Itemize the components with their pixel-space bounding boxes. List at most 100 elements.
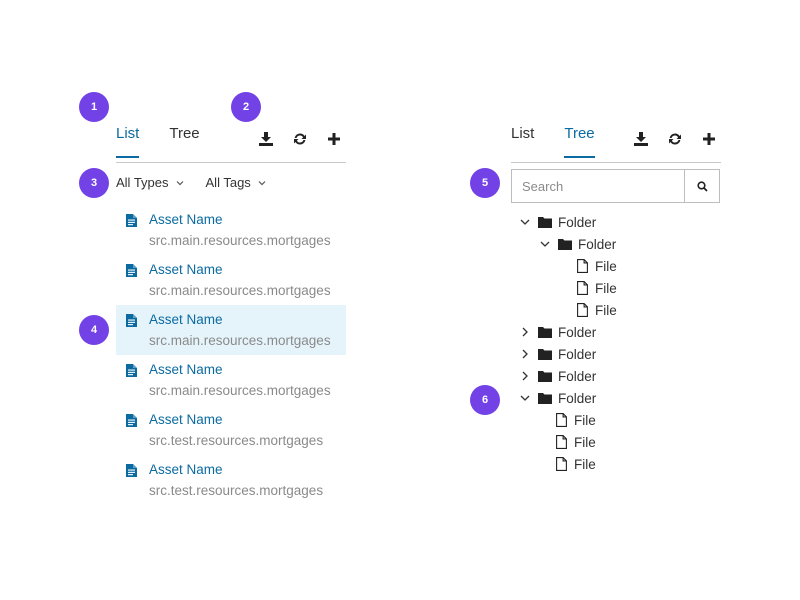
asset-path: src.main.resources.mortgages	[149, 383, 331, 398]
left-tab-bar: List Tree	[116, 122, 346, 163]
callout-badge-4: 4	[79, 315, 109, 345]
tree-folder[interactable]: Folder	[520, 387, 596, 409]
file-icon	[556, 435, 567, 449]
asset-list-item[interactable]: Asset Name src.test.resources.mortgages	[116, 405, 346, 455]
tab-tree[interactable]: Tree	[564, 122, 595, 158]
chevron-right-icon[interactable]	[520, 371, 530, 381]
asset-name: Asset Name	[149, 462, 223, 477]
add-button[interactable]	[692, 130, 726, 148]
tree-file[interactable]: File	[577, 277, 617, 299]
asset-path: src.main.resources.mortgages	[149, 283, 331, 298]
right-toolbar	[624, 130, 726, 148]
folder-icon	[538, 393, 552, 404]
left-toolbar	[249, 130, 351, 148]
asset-path: src.main.resources.mortgages	[149, 233, 331, 248]
tree-file[interactable]: File	[577, 255, 617, 277]
tree-file[interactable]: File	[556, 409, 596, 431]
folder-icon	[558, 239, 572, 250]
tree-folder[interactable]: Folder	[520, 211, 596, 233]
folder-icon	[538, 371, 552, 382]
asset-list-item[interactable]: Asset Name src.test.resources.mortgages	[116, 455, 346, 505]
type-filter-dropdown[interactable]: All Types	[116, 175, 184, 190]
callout-badge-6: 6	[470, 385, 500, 415]
tag-filter-label: All Tags	[205, 175, 251, 190]
tree-node-label: File	[595, 280, 617, 296]
callout-badge-3: 3	[79, 168, 109, 198]
tab-list[interactable]: List	[511, 122, 534, 155]
add-button[interactable]	[317, 130, 351, 148]
asset-name: Asset Name	[149, 312, 223, 327]
tree-node-label: File	[595, 302, 617, 318]
plus-icon	[703, 133, 715, 145]
filter-bar: All Types All Tags	[116, 175, 288, 190]
tree-folder[interactable]: Folder	[520, 321, 596, 343]
asset-path: src.test.resources.mortgages	[149, 433, 324, 448]
asset-name: Asset Name	[149, 212, 223, 227]
tag-filter-dropdown[interactable]: All Tags	[206, 175, 266, 190]
refresh-icon	[294, 133, 306, 145]
tree-node-label: Folder	[558, 368, 597, 384]
asset-path: src.test.resources.mortgages	[149, 483, 324, 498]
callout-badge-1: 1	[79, 92, 109, 122]
refresh-button[interactable]	[283, 130, 317, 148]
download-button[interactable]	[249, 130, 283, 148]
file-icon	[577, 281, 588, 295]
asset-list-item[interactable]: Asset Name src.main.resources.mortgages	[116, 255, 346, 305]
chevron-down-icon[interactable]	[540, 239, 550, 249]
tree-node-label: Folder	[578, 236, 617, 252]
document-icon	[126, 464, 137, 477]
asset-name: Asset Name	[149, 412, 223, 427]
search-icon	[696, 180, 708, 192]
tree-node-label: File	[574, 412, 596, 428]
tree-folder[interactable]: Folder	[520, 365, 596, 387]
search-input[interactable]	[512, 170, 684, 202]
tab-tree[interactable]: Tree	[169, 122, 199, 155]
chevron-down-icon[interactable]	[520, 393, 530, 403]
asset-list-item[interactable]: Asset Name src.main.resources.mortgages	[116, 305, 346, 355]
tree-folder[interactable]: Folder	[540, 233, 616, 255]
asset-list-item[interactable]: Asset Name src.main.resources.mortgages	[116, 205, 346, 255]
search-button[interactable]	[684, 170, 719, 202]
file-icon	[556, 457, 567, 471]
download-button[interactable]	[624, 130, 658, 148]
tree-node-label: File	[574, 456, 596, 472]
asset-name: Asset Name	[149, 362, 223, 377]
tree-node-label: Folder	[558, 390, 597, 406]
chevron-down-icon[interactable]	[520, 217, 530, 227]
document-icon	[126, 264, 137, 277]
file-icon	[577, 303, 588, 317]
search-box	[511, 169, 720, 203]
file-icon	[556, 413, 567, 427]
download-icon	[259, 132, 273, 146]
tree-node-label: File	[595, 258, 617, 274]
chevron-down-icon	[176, 180, 183, 185]
chevron-right-icon[interactable]	[520, 349, 530, 359]
right-tab-bar: List Tree	[511, 122, 721, 163]
asset-path: src.main.resources.mortgages	[149, 333, 331, 348]
document-icon	[126, 314, 137, 327]
refresh-icon	[669, 133, 681, 145]
file-icon	[577, 259, 588, 273]
asset-name: Asset Name	[149, 262, 223, 277]
tree-folder[interactable]: Folder	[520, 343, 596, 365]
type-filter-label: All Types	[116, 175, 169, 190]
tree-node-label: Folder	[558, 324, 597, 340]
folder-icon	[538, 349, 552, 360]
folder-icon	[538, 327, 552, 338]
tree-file[interactable]: File	[577, 299, 617, 321]
tree-node-label: Folder	[558, 214, 597, 230]
document-icon	[126, 364, 137, 377]
chevron-down-icon	[258, 180, 266, 185]
document-icon	[126, 214, 137, 227]
chevron-right-icon[interactable]	[520, 327, 530, 337]
tree-node-label: Folder	[558, 346, 597, 362]
callout-badge-2: 2	[231, 92, 261, 122]
tree-file[interactable]: File	[556, 431, 596, 453]
asset-list-item[interactable]: Asset Name src.main.resources.mortgages	[116, 355, 346, 405]
refresh-button[interactable]	[658, 130, 692, 148]
download-icon	[634, 132, 648, 146]
tab-list[interactable]: List	[116, 122, 140, 158]
tree-node-label: File	[574, 434, 596, 450]
folder-icon	[538, 217, 552, 228]
tree-file[interactable]: File	[556, 453, 596, 475]
